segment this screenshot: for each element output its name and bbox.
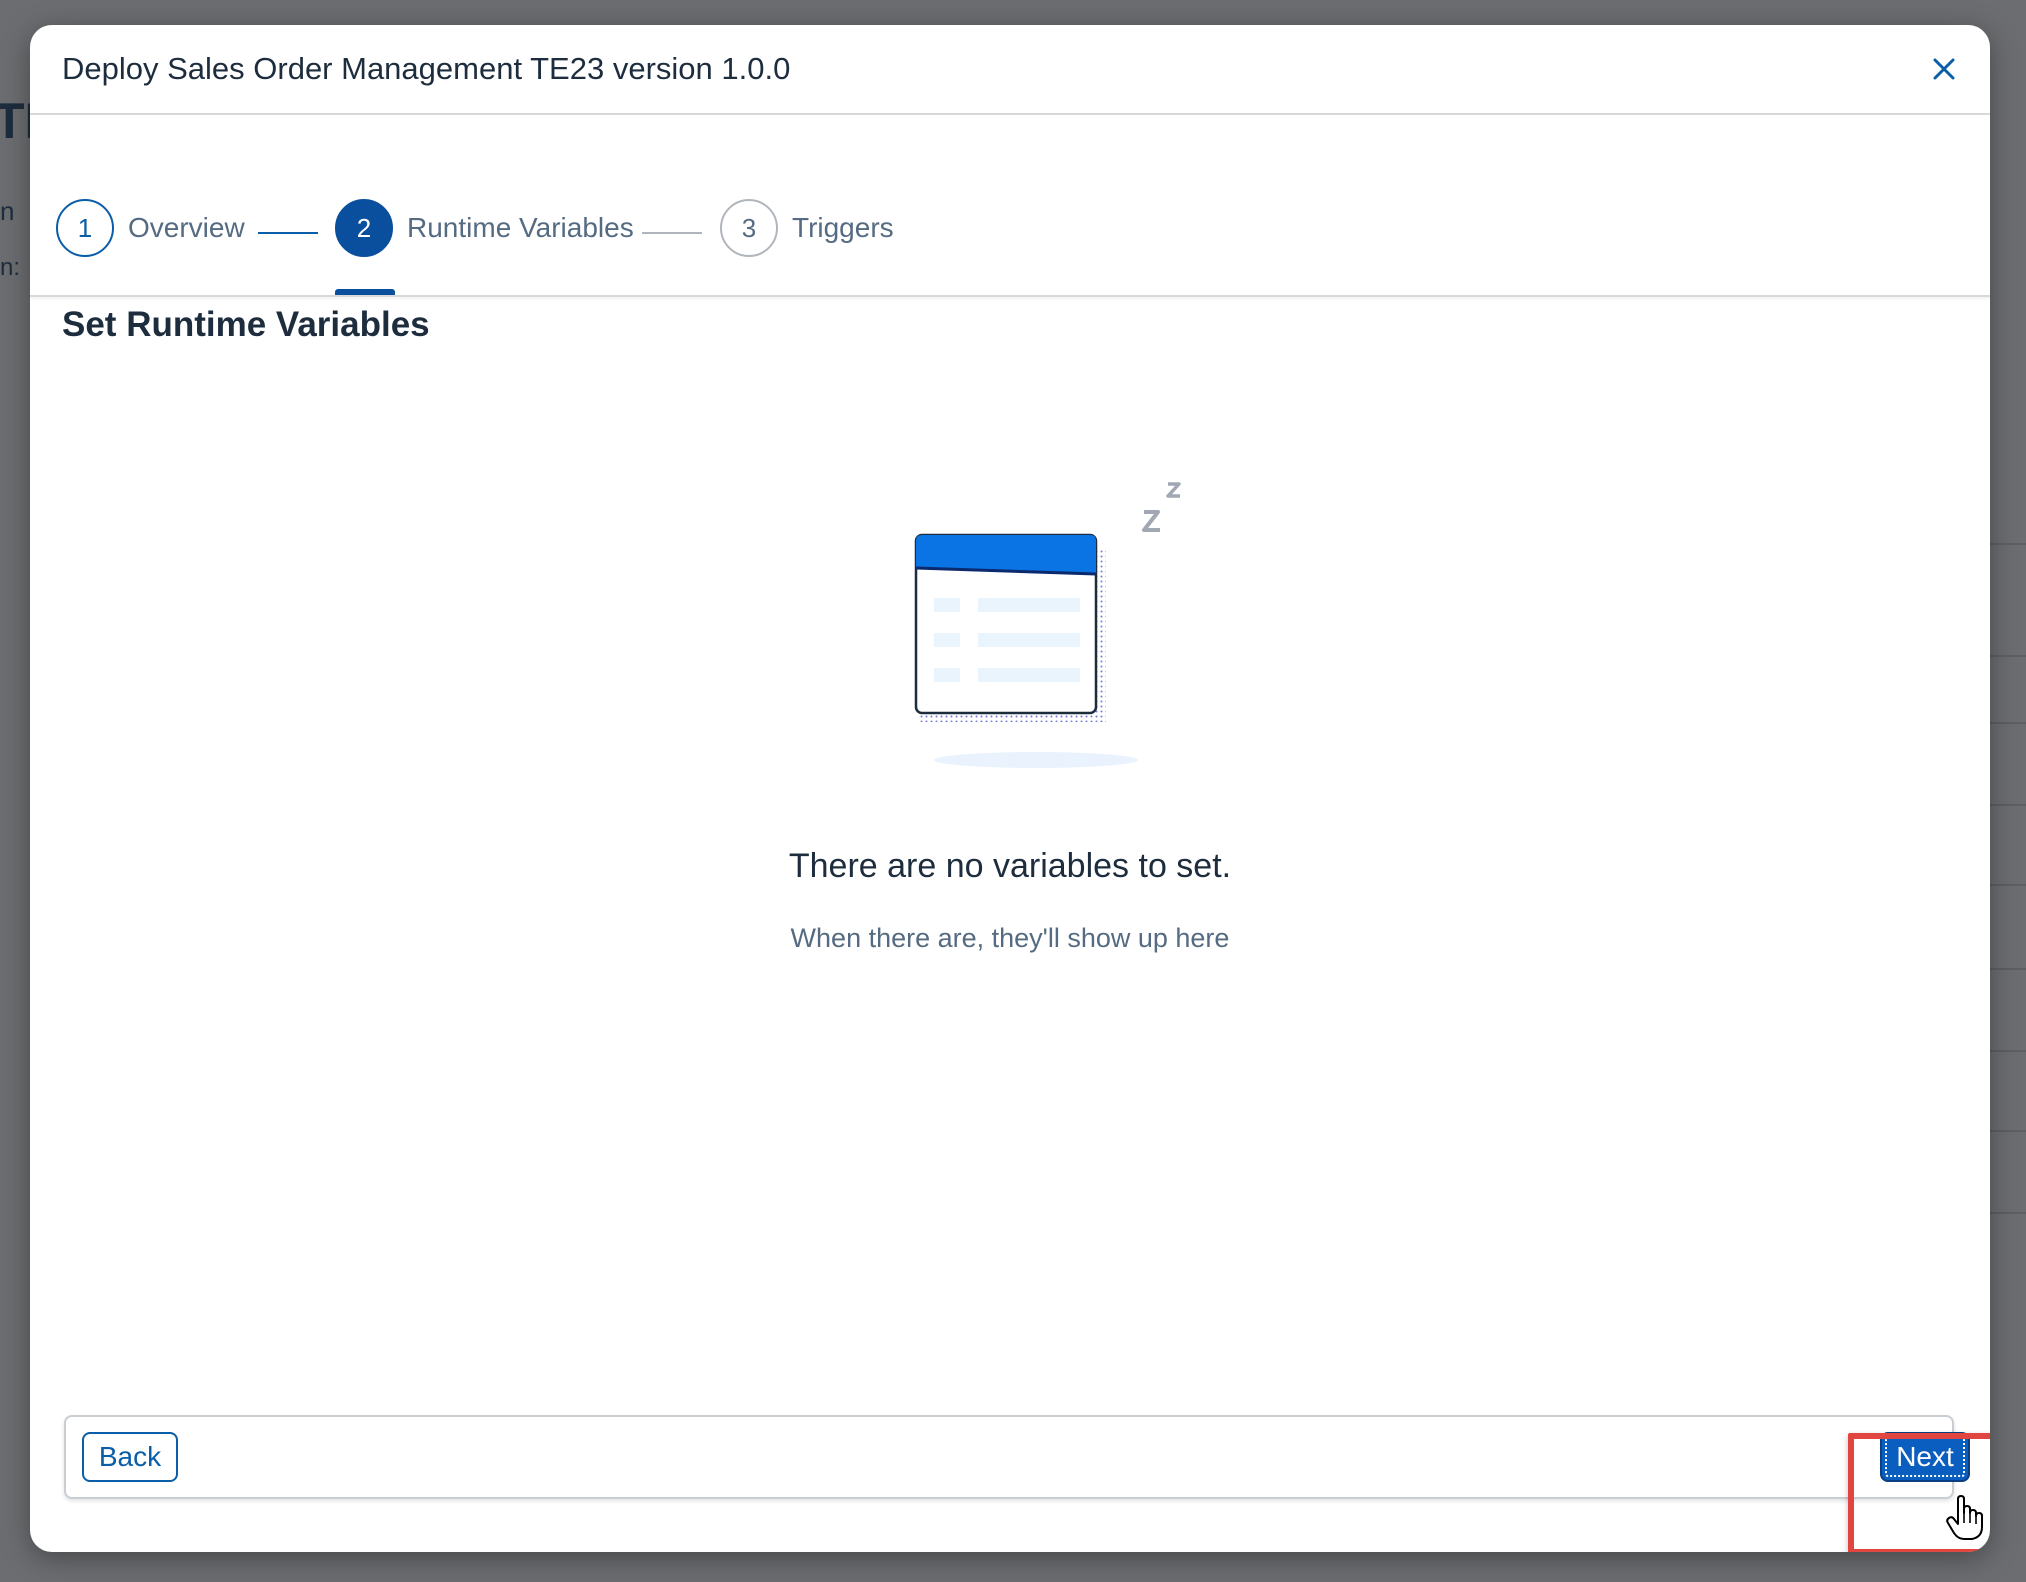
section-title: Set Runtime Variables [62, 305, 430, 344]
wizard-step-runtime-variables[interactable]: 2 Runtime Variables [335, 199, 634, 257]
dialog-footer: Back Next [64, 1415, 1970, 1499]
back-button[interactable]: Back [82, 1432, 178, 1482]
wizard-step-triggers[interactable]: 3 Triggers [720, 199, 894, 257]
step-number-1: 1 [56, 199, 114, 257]
hand-cursor-icon [1946, 1495, 1986, 1541]
close-button[interactable] [1924, 49, 1964, 89]
wizard-step-overview[interactable]: 1 Overview [56, 199, 245, 257]
step-connector-2 [642, 232, 702, 234]
step-label-triggers: Triggers [792, 212, 894, 243]
step-label-overview: Overview [128, 212, 245, 243]
step-number-2: 2 [335, 199, 393, 257]
step-label-runtime-variables: Runtime Variables [407, 212, 634, 243]
dialog-header: Deploy Sales Order Management TE23 versi… [30, 25, 1990, 115]
step-number-3: 3 [720, 199, 778, 257]
background-label-fragment: n: [0, 254, 21, 281]
dialog-title: Deploy Sales Order Management TE23 versi… [62, 51, 791, 86]
empty-state-title: There are no variables to set. [788, 847, 1232, 885]
background-text-fragment: n [0, 196, 15, 226]
empty-state-subtitle: When there are, they'll show up here [790, 923, 1230, 953]
deploy-dialog: Deploy Sales Order Management TE23 versi… [30, 25, 1990, 1552]
step-connector-1 [258, 232, 318, 234]
close-icon [1933, 58, 1955, 80]
active-step-indicator [335, 289, 395, 295]
empty-table-sleeping-icon [900, 450, 1200, 780]
wizard-progress-bar: 1 Overview 2 Runtime Variables 3 Trigger… [30, 115, 1990, 297]
